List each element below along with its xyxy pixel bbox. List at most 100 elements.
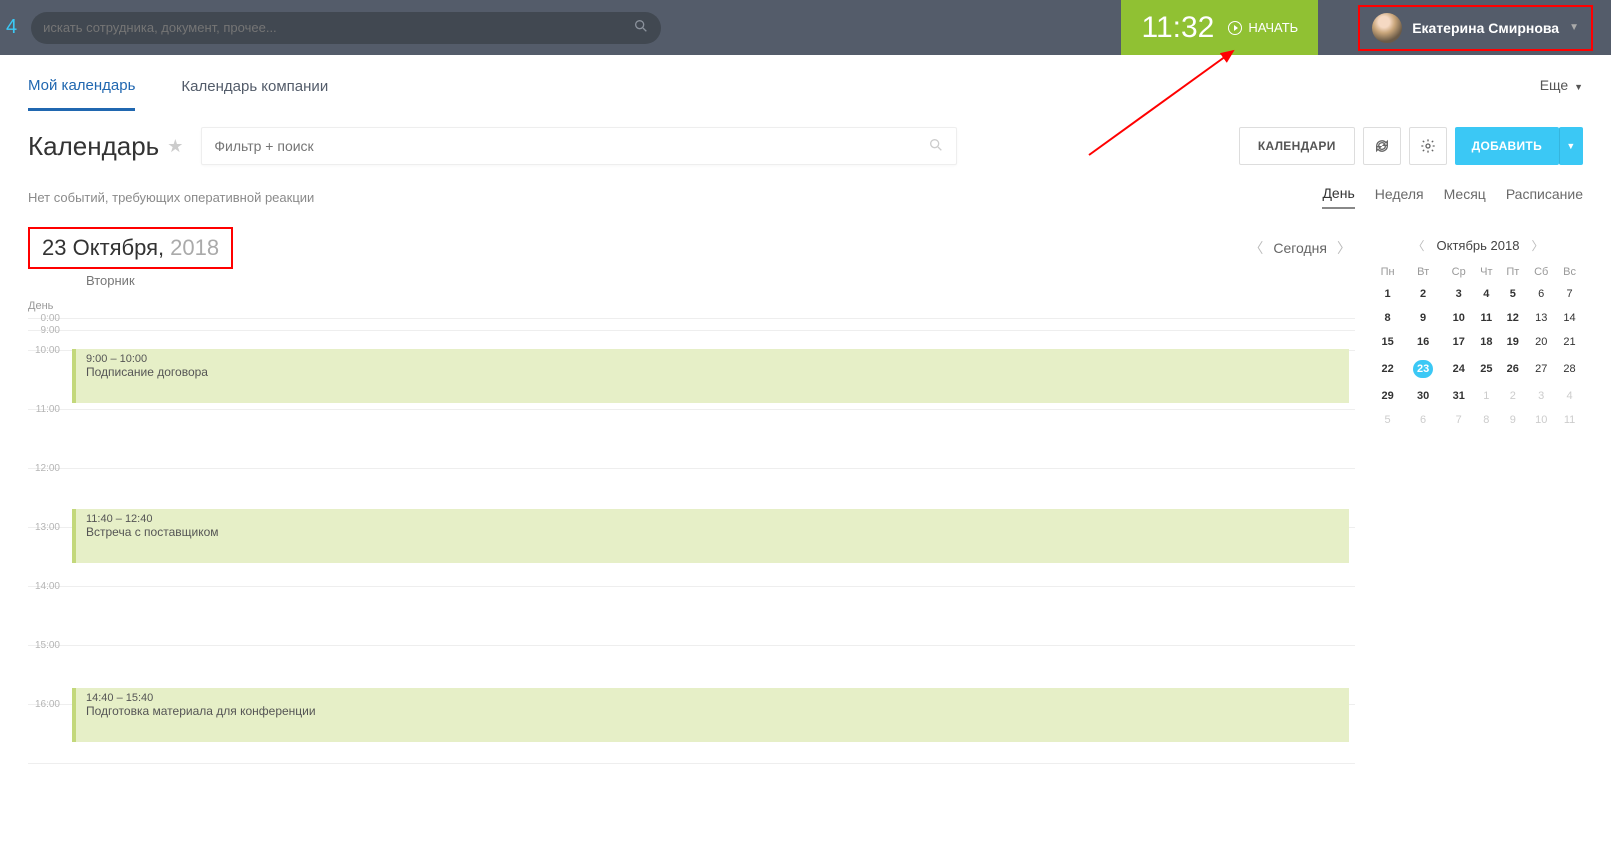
- mini-day[interactable]: 20: [1526, 330, 1556, 354]
- user-menu[interactable]: Екатерина Смирнова ▼: [1358, 5, 1593, 51]
- mini-dow: Вт: [1402, 262, 1444, 282]
- mini-day[interactable]: 6: [1402, 408, 1444, 432]
- day-section-label: День: [28, 300, 1355, 312]
- date-main: 23 Октября,: [42, 235, 164, 261]
- page-title-text: Календарь: [28, 131, 159, 162]
- mini-day[interactable]: 24: [1444, 354, 1473, 384]
- mini-day[interactable]: 18: [1473, 330, 1499, 354]
- mini-day[interactable]: 25: [1473, 354, 1499, 384]
- add-dropdown[interactable]: ▼: [1559, 127, 1583, 165]
- today-button[interactable]: Сегодня: [1273, 240, 1327, 256]
- mini-day[interactable]: 9: [1499, 408, 1526, 432]
- mini-day[interactable]: 11: [1556, 408, 1583, 432]
- mini-day[interactable]: 22: [1373, 354, 1402, 384]
- time-label: 10:00: [28, 345, 66, 403]
- search-icon: [928, 137, 944, 156]
- mini-day[interactable]: 19: [1499, 330, 1526, 354]
- settings-button[interactable]: [1409, 127, 1447, 165]
- mini-calendar-table: ПнВтСрЧтПтСбВс 1234567891011121314151617…: [1373, 262, 1583, 432]
- mini-day[interactable]: 6: [1526, 282, 1556, 306]
- refresh-icon: [1374, 138, 1390, 154]
- mini-day[interactable]: 17: [1444, 330, 1473, 354]
- prev-day-arrow[interactable]: 〈: [1245, 236, 1267, 260]
- mini-day[interactable]: 11: [1473, 306, 1499, 330]
- view-day[interactable]: День: [1322, 185, 1354, 209]
- mini-dow: Пт: [1499, 262, 1526, 282]
- time-label: 0:00: [28, 313, 66, 324]
- mini-day[interactable]: 8: [1473, 408, 1499, 432]
- mini-day[interactable]: 23: [1402, 354, 1444, 384]
- day-of-week: Вторник: [86, 273, 1355, 288]
- mini-day[interactable]: 1: [1473, 384, 1499, 408]
- mini-dow: Сб: [1526, 262, 1556, 282]
- avatar: [1372, 13, 1402, 43]
- mini-day[interactable]: 4: [1556, 384, 1583, 408]
- mini-day[interactable]: 7: [1556, 282, 1583, 306]
- mini-day[interactable]: 31: [1444, 384, 1473, 408]
- status-views-row: Нет событий, требующих оперативной реакц…: [0, 177, 1611, 227]
- mini-day[interactable]: 8: [1373, 306, 1402, 330]
- time-label: 12:00: [28, 463, 66, 521]
- mini-day[interactable]: 1: [1373, 282, 1402, 306]
- top-bar: 4 11:32 НАЧАТЬ Екатерина Смирнова ▼: [0, 0, 1611, 55]
- star-icon[interactable]: ★: [167, 136, 183, 157]
- mini-day[interactable]: 29: [1373, 384, 1402, 408]
- view-month[interactable]: Месяц: [1444, 186, 1486, 208]
- mini-day[interactable]: 26: [1499, 354, 1526, 384]
- timeline: 9:00 – 10:00 Подписание договора 11:40 –…: [28, 318, 1355, 764]
- mini-day[interactable]: 27: [1526, 354, 1556, 384]
- mini-day[interactable]: 13: [1526, 306, 1556, 330]
- view-week[interactable]: Неделя: [1375, 186, 1424, 208]
- calendars-button[interactable]: КАЛЕНДАРИ: [1239, 127, 1355, 165]
- time-label: 14:00: [28, 581, 66, 639]
- mini-dow: Чт: [1473, 262, 1499, 282]
- time-label: 15:00: [28, 640, 66, 698]
- mini-day[interactable]: 12: [1499, 306, 1526, 330]
- play-icon[interactable]: [1228, 21, 1242, 35]
- mini-day[interactable]: 7: [1444, 408, 1473, 432]
- mini-day[interactable]: 10: [1526, 408, 1556, 432]
- mini-day[interactable]: 30: [1402, 384, 1444, 408]
- mini-day[interactable]: 4: [1473, 282, 1499, 306]
- mini-day[interactable]: 28: [1556, 354, 1583, 384]
- clock-panel: 11:32 НАЧАТЬ: [1121, 0, 1318, 55]
- chevron-down-icon: ▼: [1574, 82, 1583, 92]
- search-icon: [633, 18, 649, 37]
- time-label: 13:00: [28, 522, 66, 580]
- mini-day[interactable]: 14: [1556, 306, 1583, 330]
- tab-more-label: Еще: [1540, 77, 1569, 93]
- global-search-input[interactable]: [43, 20, 633, 35]
- filter-input[interactable]: [214, 138, 928, 154]
- refresh-button[interactable]: [1363, 127, 1401, 165]
- mini-day[interactable]: 2: [1402, 282, 1444, 306]
- mini-day[interactable]: 3: [1444, 282, 1473, 306]
- global-search[interactable]: [31, 12, 661, 44]
- mini-day[interactable]: 10: [1444, 306, 1473, 330]
- filter-search[interactable]: [201, 127, 957, 165]
- chevron-down-icon: ▼: [1569, 22, 1579, 33]
- mini-day[interactable]: 3: [1526, 384, 1556, 408]
- mini-day[interactable]: 2: [1499, 384, 1526, 408]
- clock-start-label[interactable]: НАЧАТЬ: [1248, 20, 1298, 35]
- time-label: 11:00: [28, 404, 66, 462]
- mini-day[interactable]: 16: [1402, 330, 1444, 354]
- user-name: Екатерина Смирнова: [1412, 20, 1559, 36]
- tab-company-calendar[interactable]: Календарь компании: [181, 60, 328, 109]
- view-schedule[interactable]: Расписание: [1506, 186, 1583, 208]
- tabs-bar: Мой календарь Календарь компании Еще ▼: [0, 55, 1611, 115]
- mini-day[interactable]: 15: [1373, 330, 1402, 354]
- toolbar: Календарь ★ КАЛЕНДАРИ ДОБАВИТЬ ▼: [0, 115, 1611, 177]
- add-button[interactable]: ДОБАВИТЬ: [1455, 127, 1559, 165]
- next-day-arrow[interactable]: 〉: [1333, 236, 1355, 260]
- tab-more[interactable]: Еще ▼: [1540, 77, 1583, 93]
- mini-prev-month[interactable]: 〈: [1409, 237, 1429, 254]
- mini-next-month[interactable]: 〉: [1527, 237, 1547, 254]
- clock-time: 11:32: [1141, 11, 1214, 45]
- mini-day[interactable]: 21: [1556, 330, 1583, 354]
- date-year: 2018: [170, 235, 219, 261]
- mini-day[interactable]: 5: [1499, 282, 1526, 306]
- tab-my-calendar[interactable]: Мой календарь: [28, 59, 135, 111]
- mini-day[interactable]: 9: [1402, 306, 1444, 330]
- date-highlight-box: 23 Октября, 2018: [28, 227, 233, 269]
- mini-day[interactable]: 5: [1373, 408, 1402, 432]
